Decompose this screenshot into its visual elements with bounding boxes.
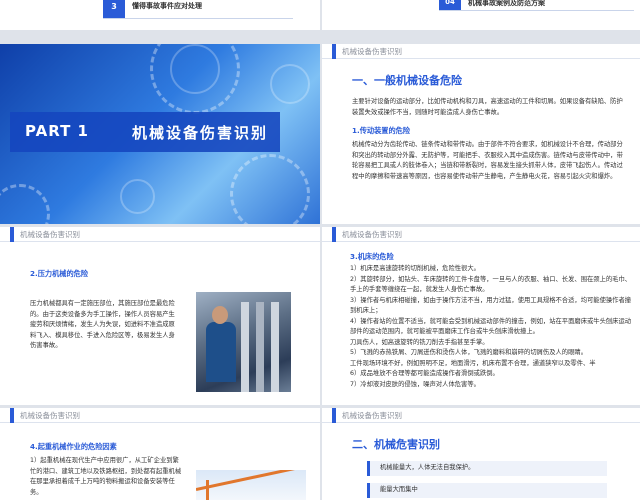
section-heading: 一、一般机械设备危险 [352, 74, 462, 87]
worker-machine-photo [196, 292, 291, 392]
header-title: 机械设备伤害识别 [20, 411, 80, 420]
gear-icon [120, 179, 155, 214]
header-accent-bar [332, 408, 336, 423]
top-slide-right: 04 机械事故案例及防范方案 [322, 0, 640, 30]
header-title: 机械设备伤害识别 [342, 411, 402, 420]
gear-icon [170, 44, 220, 94]
list-item: 1）机床是高速旋转的切削机械，危险性很大。 [350, 265, 480, 272]
header-title: 机械设备伤害识别 [20, 230, 80, 239]
hazard-box-1: 机械能量大，人体无法自我保护。 [367, 461, 607, 476]
header-accent-bar [332, 44, 336, 59]
content-slide-press[interactable]: 机械设备伤害识别 2.压力机械的危险 压力机械都具有一定施压部位，其施压部位是最… [0, 227, 320, 405]
body-paragraph: 压力机械都具有一定施压部位，其施压部位是最危险的。由于这类设备多为手工操作，操作… [30, 300, 175, 349]
header-title: 机械设备伤害识别 [342, 47, 402, 56]
top-slide-left: 3 懂得事故事件应对处理 [0, 0, 320, 30]
step-underline [439, 10, 634, 11]
slide-header: 机械设备伤害识别 [0, 408, 320, 423]
slide-header: 机械设备伤害识别 [0, 227, 320, 242]
part-title: 机械设备伤害识别 [132, 124, 269, 142]
header-accent-bar [10, 408, 14, 423]
step-underline [103, 18, 293, 19]
step-text: 机械事故案例及防范方案 [468, 0, 545, 7]
list-item: 工件现场环境不好，例如照明不足，地面滑污，机床布置不合理，通道狭窄以及零件、半 [350, 359, 596, 367]
content-slide-mechanical-hazard[interactable]: 机械设备伤害识别 二、机械危害识别 机械能量大，人体无法自我保护。 能量大而集中 [322, 408, 640, 500]
hazard-box-text: 能量大而集中 [380, 486, 418, 493]
body-paragraph: 机械传动分为齿轮传动、链条传动和带传动。由于部件不符合要求，如机械设计不合理，传… [352, 141, 623, 180]
crane-photo [196, 470, 306, 500]
gear-icon [230, 154, 310, 224]
header-accent-bar [332, 227, 336, 242]
hazard-list: 1）机床是高速旋转的切削机械，危险性很大。 2）其旋转部分，如钻头、车床旋转的工… [350, 264, 632, 390]
list-item: 4）操作者站的位置不适当，就可能会受到机械运动部件的撞击，例如，站在平面磨床或牛… [350, 317, 632, 336]
list-item: 5）飞溅的赤热铁屑、刀屑迸伤和烫伤人体，飞溅的磨料和崩碎的切屑伤及人的眼睛。 [350, 349, 587, 356]
hazard-box-2: 能量大而集中 [367, 483, 607, 498]
step-number-badge: 3 [103, 0, 125, 18]
gear-icon [270, 64, 310, 104]
step-number-badge: 04 [439, 0, 461, 10]
content-slide-general-hazard[interactable]: 机械设备伤害识别 一、一般机械设备危险 主要针对设备的运动部分，比如传动机构和刀… [322, 44, 640, 224]
intro-text: 主要针对设备的运动部分，比如传动机构和刀具，高速运动的工件和切屑。如果设备有缺陷… [352, 98, 623, 116]
content-slide-crane[interactable]: 机械设备伤害识别 4.起重机械作业的危险因素 1）起重机械在现代生产中应用很广，… [0, 408, 320, 500]
content-slide-machine-tool[interactable]: 机械设备伤害识别 3.机床的危险 1）机床是高速旋转的切削机械，危险性很大。 2… [322, 227, 640, 405]
list-item: 刀具伤人，如高速旋转的铣刀削去手指甚至手掌。 [350, 338, 489, 346]
subsection-heading: 4.起重机械作业的危险因素 [30, 442, 117, 451]
gear-icon [0, 184, 50, 224]
hazard-box-text: 机械能量大，人体无法自我保护。 [380, 464, 475, 471]
header-accent-bar [10, 227, 14, 242]
part-cover-slide[interactable]: PART 1 机械设备伤害识别 [0, 44, 320, 224]
subsection-heading: 3.机床的危险 [350, 252, 394, 261]
slide-header: 机械设备伤害识别 [322, 227, 640, 242]
body-paragraph: 1）起重机械在现代生产中应用很广，从工矿企业到繁忙的港口、建筑工地以及铁路枢纽，… [30, 457, 182, 496]
step-text: 懂得事故事件应对处理 [132, 2, 202, 10]
header-title: 机械设备伤害识别 [342, 230, 402, 239]
list-item: 6）成品堆放不合理等都可能造成操作者滑倒或跌倒。 [350, 370, 499, 377]
slide-header: 机械设备伤害识别 [322, 408, 640, 423]
part-label: PART 1 [25, 122, 89, 140]
list-item: 7）冷却液对皮肤的侵蚀，噪声对人体危害等。 [350, 380, 480, 388]
subsection-heading: 2.压力机械的危险 [30, 269, 89, 278]
list-item: 2）其旋转部分，如钻头、车床旋转的工件卡盘等，一旦与人的衣服、袖口、长发、围在颈… [350, 275, 632, 294]
list-item: 3）操作者与机床相碰撞，如由于操作方法不当，用力过猛，使用工具规格不合适，均可能… [350, 296, 632, 315]
subsection-heading: 1.传动装置的危险 [352, 126, 411, 135]
section-heading: 二、机械危害识别 [352, 438, 440, 451]
slide-header: 机械设备伤害识别 [322, 44, 640, 59]
